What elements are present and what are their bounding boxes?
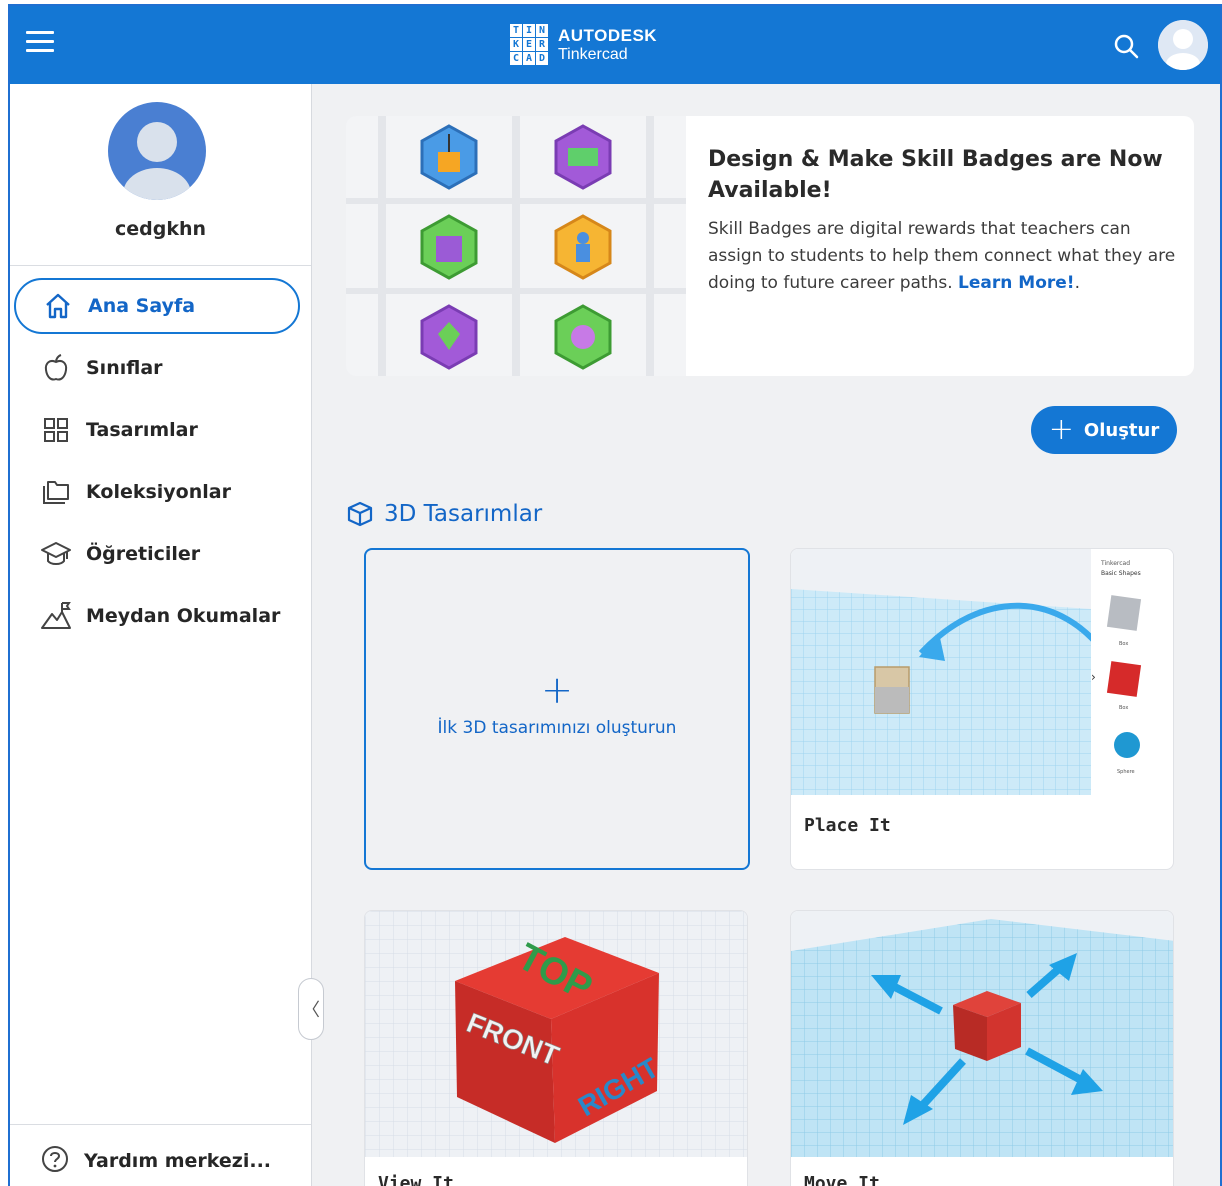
new-design-label: İlk 3D tasarımınızı oluşturun: [437, 718, 677, 738]
badge-flower-icon: [554, 304, 612, 370]
chevron-left-icon: 〈: [302, 1000, 320, 1021]
sidebar-item-label: Sınıflar: [86, 357, 163, 379]
sidebar-item-siniflar[interactable]: Sınıflar: [14, 340, 300, 396]
sidebar-item-label: Tasarımlar: [86, 419, 198, 441]
divider: [10, 1124, 311, 1125]
username: cedgkhn: [114, 218, 207, 240]
folder-icon: [40, 476, 72, 508]
new-3d-design-card[interactable]: + İlk 3D tasarımınızı oluşturun: [364, 548, 750, 870]
home-icon: [42, 290, 74, 322]
profile-avatar[interactable]: [108, 102, 206, 200]
banner-title: Design & Make Skill Badges are Now Avail…: [708, 147, 1163, 203]
svg-text:Sphere: Sphere: [1117, 769, 1135, 775]
svg-text:Box: Box: [1119, 641, 1128, 647]
design-card-place-it[interactable]: Tinkercad Basic Shapes Box Box Sphere › …: [790, 548, 1174, 870]
learn-more-link[interactable]: Learn More!: [958, 273, 1075, 293]
sidebar: cedgkhn Ana Sayfa Sınıflar Tasarımlar Ko…: [10, 84, 312, 1186]
badge-chess-icon: [554, 214, 612, 280]
svg-text:›: ›: [1091, 670, 1096, 684]
badges-grid: [346, 116, 686, 376]
hamburger-menu-icon[interactable]: [26, 31, 54, 57]
cube-icon: [347, 501, 373, 527]
card-title: Place It: [804, 815, 891, 836]
sidebar-item-ana-sayfa[interactable]: Ana Sayfa: [14, 278, 300, 334]
product-name: Tinkercad: [558, 45, 628, 63]
badge-building-icon: [420, 214, 478, 280]
brand-name: AUTODESK: [558, 25, 658, 45]
svg-text:Box: Box: [1119, 705, 1128, 711]
sidebar-item-tasarimlar[interactable]: Tasarımlar: [14, 402, 300, 458]
panel-header: Tinkercad: [1100, 560, 1130, 567]
top-bar: T I N K E R C A D AUTODESK Tinkercad: [10, 6, 1220, 84]
help-icon: [40, 1144, 70, 1178]
plus-icon: +: [1048, 412, 1074, 447]
sidebar-item-label: Meydan Okumalar: [86, 605, 281, 627]
move-it-thumbnail: [791, 911, 1173, 1157]
sidebar-item-label: Öğreticiler: [86, 543, 201, 565]
sidebar-item-label: Koleksiyonlar: [86, 481, 231, 503]
create-button[interactable]: + Oluştur: [1031, 406, 1177, 454]
help-center-label: Yardım merkezi...: [84, 1150, 272, 1172]
badge-circuit-icon: [554, 124, 612, 190]
sidebar-item-koleksiyonlar[interactable]: Koleksiyonlar: [14, 464, 300, 520]
graduation-cap-icon: [40, 538, 72, 570]
divider: [10, 265, 311, 266]
help-center-link[interactable]: Yardım merkezi...: [40, 1144, 271, 1178]
skill-badges-banner: Design & Make Skill Badges are Now Avail…: [346, 116, 1194, 376]
logo-letter-grid: T I N K E R C A D: [510, 24, 548, 65]
card-title: Move It: [804, 1173, 880, 1186]
apple-icon: [40, 352, 72, 384]
sidebar-item-meydan-okumalar[interactable]: Meydan Okumalar: [14, 588, 300, 644]
app-frame: T I N K E R C A D AUTODESK Tinkercad ced…: [8, 4, 1222, 1186]
sidebar-item-label: Ana Sayfa: [88, 295, 196, 317]
tinkercad-logo[interactable]: T I N K E R C A D AUTODESK Tinkercad: [510, 24, 657, 65]
badge-crane-icon: [420, 124, 478, 190]
panel-subheader: Basic Shapes: [1101, 570, 1141, 577]
banner-description: Skill Badges are digital rewards that te…: [708, 219, 1176, 293]
user-avatar[interactable]: [1158, 20, 1208, 70]
design-card-move-it[interactable]: Move It: [790, 910, 1174, 1186]
badge-plant-icon: [420, 304, 478, 370]
plus-icon: +: [541, 668, 573, 712]
sidebar-item-ogreticiler[interactable]: Öğreticiler: [14, 526, 300, 582]
section-title-3d-designs[interactable]: 3D Tasarımlar: [346, 500, 542, 528]
sidebar-collapse-handle[interactable]: 〈: [298, 978, 324, 1040]
place-it-thumbnail: Tinkercad Basic Shapes Box Box Sphere ›: [791, 549, 1173, 795]
search-icon[interactable]: [1112, 32, 1140, 60]
view-it-thumbnail: TOP FRONT RIGHT: [365, 911, 747, 1157]
grid-icon: [40, 414, 72, 446]
card-title: View It: [378, 1173, 454, 1186]
design-card-view-it[interactable]: TOP FRONT RIGHT View It: [364, 910, 748, 1186]
mountain-flag-icon: [40, 600, 72, 632]
